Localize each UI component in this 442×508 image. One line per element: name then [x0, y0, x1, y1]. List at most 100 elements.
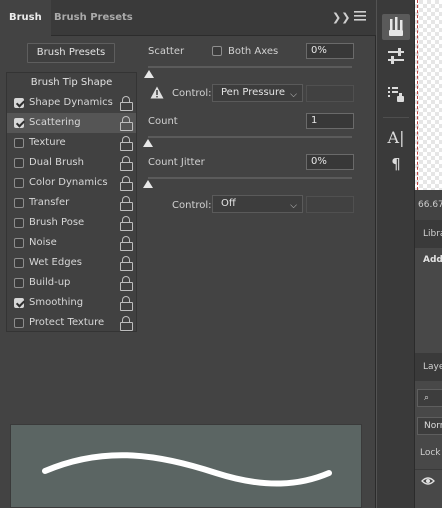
- lock-icon[interactable]: [120, 296, 133, 311]
- collapse-panel-icon[interactable]: ❯❯: [332, 11, 350, 24]
- paragraph-panel-icon[interactable]: ¶: [382, 151, 410, 177]
- option-shape-dynamics[interactable]: Shape Dynamics: [7, 93, 136, 113]
- count-jitter-control-dropdown[interactable]: Off ⌵: [212, 195, 303, 213]
- tab-libraries[interactable]: Libraries: [415, 220, 442, 248]
- tab-brush[interactable]: Brush: [0, 0, 51, 37]
- scatter-control-label: Control:: [172, 88, 212, 99]
- option-checkbox[interactable]: [14, 198, 24, 208]
- count-jitter-slider-track[interactable]: [148, 177, 352, 179]
- clone-source-icon[interactable]: [382, 82, 410, 108]
- option-protect-texture[interactable]: Protect Texture: [7, 313, 136, 333]
- brush-panel-icon[interactable]: [382, 14, 410, 40]
- lock-icon[interactable]: [120, 216, 133, 231]
- tab-layers[interactable]: Layers: [415, 353, 442, 381]
- canvas-transparency-area: [415, 0, 442, 190]
- option-label: Noise: [29, 237, 57, 248]
- lock-icon[interactable]: [120, 236, 133, 251]
- option-checkbox[interactable]: [14, 118, 24, 128]
- panel-tab-bar: Brush Brush Presets ❯❯: [0, 0, 376, 37]
- count-jitter-label: Count Jitter: [148, 157, 205, 168]
- option-build-up[interactable]: Build-up: [7, 273, 136, 293]
- lock-icon[interactable]: [120, 316, 133, 331]
- panel-tool-strip: A| ¶: [377, 0, 415, 508]
- panel-menu-icon[interactable]: [354, 11, 366, 24]
- lock-icon[interactable]: [120, 156, 133, 171]
- option-label: Transfer: [29, 197, 70, 208]
- option-color-dynamics[interactable]: Color Dynamics: [7, 173, 136, 193]
- scatter-slider-track[interactable]: [148, 66, 352, 68]
- scatter-value-field[interactable]: 0%: [306, 43, 354, 59]
- lock-icon[interactable]: [120, 256, 133, 271]
- lock-icon[interactable]: [120, 136, 133, 151]
- count-slider-handle[interactable]: [143, 139, 153, 147]
- layer-search-icon[interactable]: ⌕: [417, 389, 442, 407]
- option-checkbox[interactable]: [14, 238, 24, 248]
- both-axes-checkbox[interactable]: [212, 46, 222, 56]
- libraries-panel-body: Add: [415, 248, 442, 353]
- count-label: Count: [148, 116, 178, 127]
- option-label: Wet Edges: [29, 257, 82, 268]
- scatter-control-extra-field: [306, 85, 354, 102]
- count-jitter-value-field[interactable]: 0%: [306, 154, 354, 170]
- option-wet-edges[interactable]: Wet Edges: [7, 253, 136, 273]
- brush-presets-button[interactable]: Brush Presets: [27, 43, 115, 63]
- libraries-add-label[interactable]: Add: [423, 255, 442, 265]
- scatter-control-value: Pen Pressure: [221, 87, 286, 98]
- option-smoothing[interactable]: Smoothing: [7, 293, 136, 313]
- option-checkbox[interactable]: [14, 138, 24, 148]
- right-panels: 66.67 Libraries Add Layers ⌕ Normal Lock: [415, 0, 442, 508]
- option-checkbox[interactable]: [14, 178, 24, 188]
- option-noise[interactable]: Noise: [7, 233, 136, 253]
- lock-icon[interactable]: [120, 116, 133, 131]
- character-panel-icon[interactable]: A|: [382, 125, 410, 151]
- option-checkbox[interactable]: [14, 158, 24, 168]
- count-value-field[interactable]: 1: [306, 113, 354, 129]
- layer-visibility-eye-icon[interactable]: [421, 476, 435, 489]
- scatter-control-dropdown[interactable]: Pen Pressure ⌵: [212, 84, 303, 102]
- brush-stroke-preview-curve: [42, 452, 332, 487]
- count-slider-track[interactable]: [148, 136, 352, 138]
- chevron-down-icon: ⌵: [290, 201, 297, 211]
- warning-icon: [150, 86, 164, 99]
- option-label: Protect Texture: [29, 317, 105, 328]
- count-jitter-control-value: Off: [221, 198, 236, 209]
- option-brush-pose[interactable]: Brush Pose: [7, 213, 136, 233]
- scatter-slider-handle[interactable]: [144, 70, 154, 78]
- option-checkbox[interactable]: [14, 258, 24, 268]
- layers-divider: [415, 469, 442, 470]
- count-jitter-control-label: Control:: [172, 200, 212, 211]
- option-checkbox[interactable]: [14, 278, 24, 288]
- option-label: Shape Dynamics: [29, 97, 113, 108]
- option-label: Build-up: [29, 277, 71, 288]
- lock-icon[interactable]: [120, 196, 133, 211]
- option-brush-tip-shape[interactable]: Brush Tip Shape: [7, 73, 136, 93]
- option-checkbox[interactable]: [14, 98, 24, 108]
- option-label: Texture: [29, 137, 66, 148]
- option-label: Smoothing: [29, 297, 84, 308]
- option-scattering[interactable]: Scattering: [7, 113, 136, 133]
- scatter-label: Scatter: [148, 46, 185, 57]
- count-jitter-slider-handle[interactable]: [143, 180, 153, 188]
- brush-panel: Brush Brush Presets ❯❯ Brush Presets Bru…: [0, 0, 376, 508]
- chevron-down-icon: ⌵: [290, 90, 297, 100]
- brush-stroke-preview: [10, 424, 362, 508]
- zoom-level: 66.67: [415, 190, 442, 220]
- lock-icon[interactable]: [120, 96, 133, 111]
- blend-mode-dropdown[interactable]: Normal: [417, 417, 442, 435]
- option-label: Brush Pose: [29, 217, 85, 228]
- lock-label: Lock: [420, 448, 441, 458]
- option-checkbox[interactable]: [14, 218, 24, 228]
- option-label: Scattering: [29, 117, 81, 128]
- lock-icon[interactable]: [120, 176, 133, 191]
- option-checkbox[interactable]: [14, 298, 24, 308]
- option-checkbox[interactable]: [14, 318, 24, 328]
- option-dual-brush[interactable]: Dual Brush: [7, 153, 136, 173]
- option-label: Color Dynamics: [29, 177, 108, 188]
- brush-settings-icon[interactable]: [382, 44, 410, 70]
- option-texture[interactable]: Texture: [7, 133, 136, 153]
- option-transfer[interactable]: Transfer: [7, 193, 136, 213]
- tab-brush-presets[interactable]: Brush Presets: [45, 0, 142, 36]
- both-axes-label: Both Axes: [228, 46, 279, 57]
- brush-options-list: Brush Tip Shape Shape Dynamics Scattering…: [6, 72, 137, 332]
- lock-icon[interactable]: [120, 276, 133, 291]
